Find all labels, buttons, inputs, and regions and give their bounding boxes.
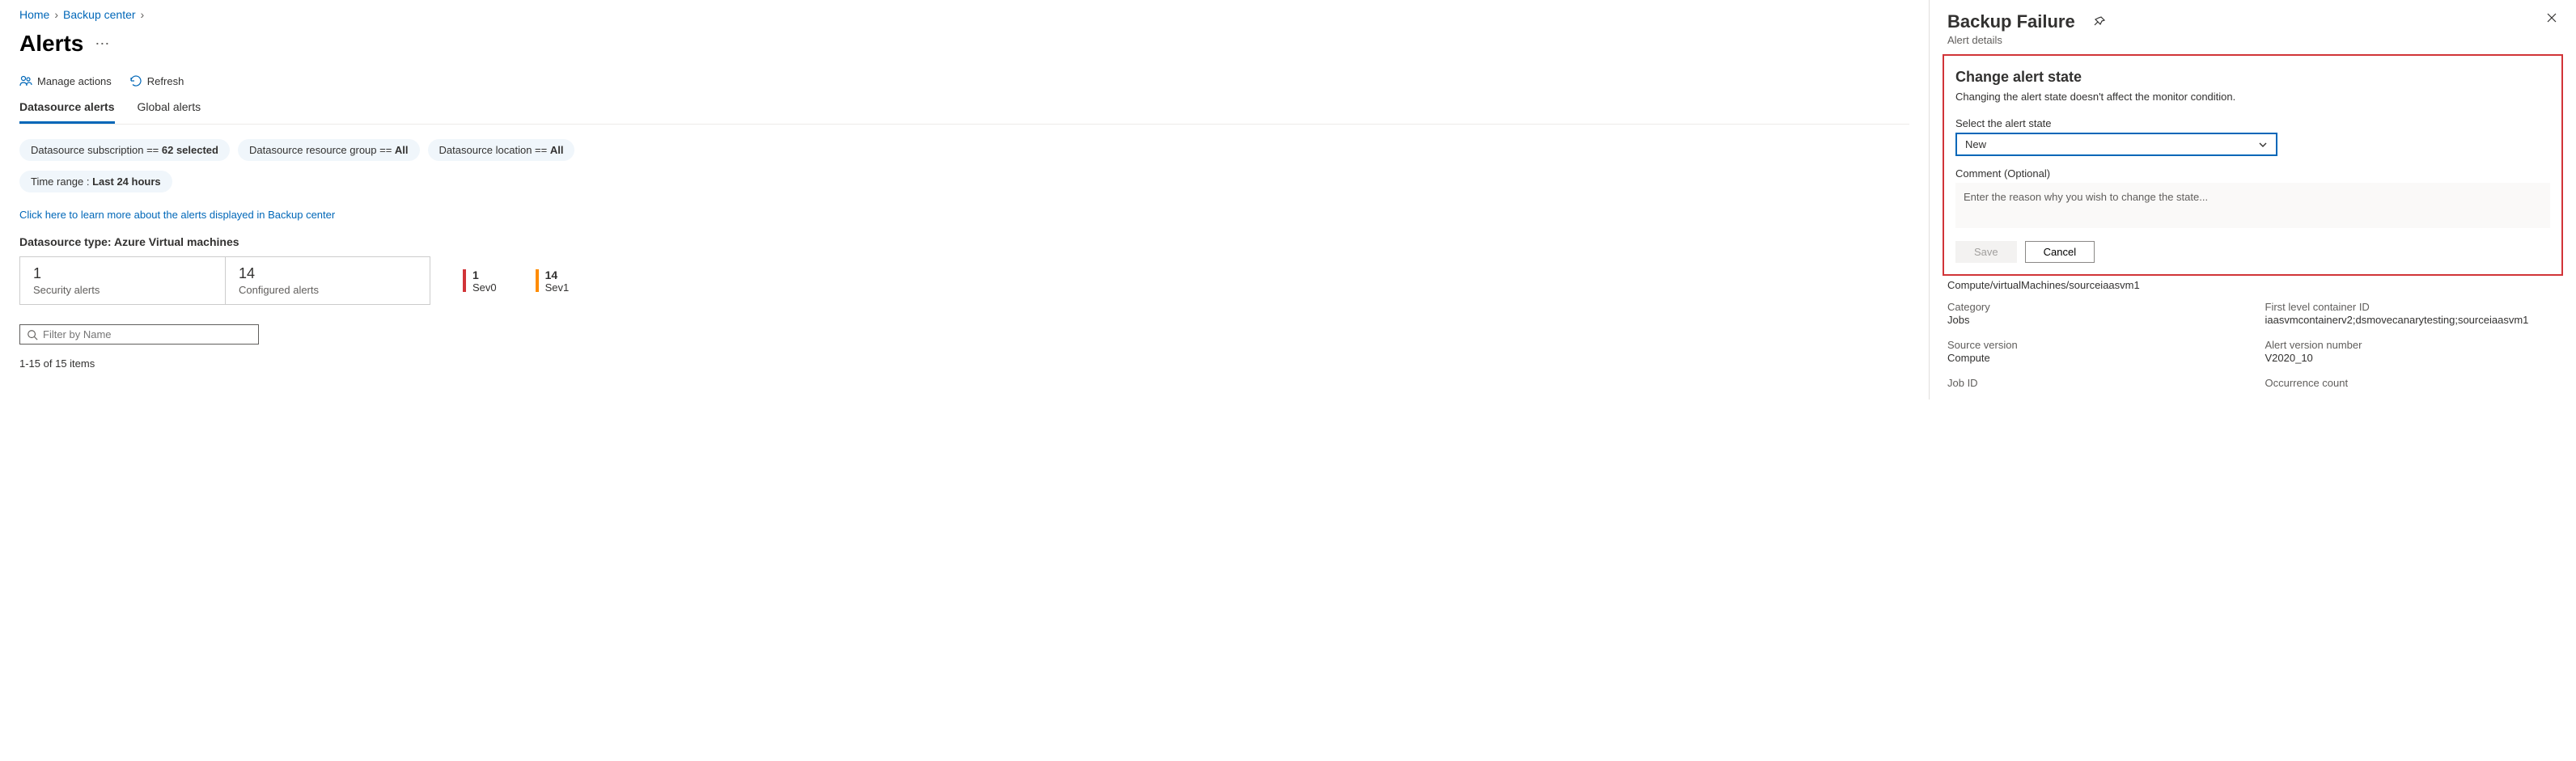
- resource-path: Compute/virtualMachines/sourceiaasvm1: [1930, 279, 2576, 291]
- change-state-title: Change alert state: [1955, 69, 2550, 86]
- configured-alerts-card[interactable]: 14 Configured alerts: [225, 256, 430, 305]
- comment-placeholder: Enter the reason why you wish to change …: [1964, 191, 2208, 203]
- refresh-icon: [129, 74, 142, 87]
- comment-label: Comment (Optional): [1955, 167, 2550, 180]
- change-state-description: Changing the alert state doesn't affect …: [1955, 91, 2550, 103]
- change-alert-state-section: Change alert state Changing the alert st…: [1943, 54, 2563, 276]
- security-alerts-count: 1: [33, 265, 212, 282]
- refresh-label: Refresh: [147, 75, 184, 87]
- sev1-bar-icon: [536, 269, 539, 292]
- comment-textarea[interactable]: Enter the reason why you wish to change …: [1955, 183, 2550, 228]
- configured-alerts-count: 14: [239, 265, 417, 282]
- filter-subscription[interactable]: Datasource subscription == 62 selected: [19, 139, 230, 161]
- security-alerts-label: Security alerts: [33, 284, 212, 296]
- filter-time-range[interactable]: Time range : Last 24 hours: [19, 171, 172, 192]
- detail-source-version: Source version Compute: [1947, 339, 2241, 364]
- page-title: Alerts: [19, 31, 83, 57]
- datasource-type-label: Datasource type: Azure Virtual machines: [19, 235, 1909, 248]
- detail-job-id: Job ID: [1947, 377, 2241, 390]
- close-icon[interactable]: [2545, 11, 2558, 24]
- sev1-count: 14: [545, 268, 570, 281]
- chevron-down-icon: [2258, 140, 2268, 150]
- filter-by-name-input[interactable]: [43, 328, 252, 340]
- filter-location[interactable]: Datasource location == All: [428, 139, 575, 161]
- detail-first-level-container: First level container ID iaasvmcontainer…: [2265, 301, 2559, 326]
- breadcrumb-home[interactable]: Home: [19, 8, 49, 21]
- tab-datasource-alerts[interactable]: Datasource alerts: [19, 100, 115, 124]
- manage-actions-label: Manage actions: [37, 75, 112, 87]
- configured-alerts-label: Configured alerts: [239, 284, 417, 296]
- save-button[interactable]: Save: [1955, 241, 2017, 263]
- pin-icon[interactable]: [2093, 15, 2106, 28]
- manage-actions-button[interactable]: Manage actions: [19, 74, 112, 87]
- chevron-right-icon: ›: [141, 8, 145, 21]
- filter-resource-group[interactable]: Datasource resource group == All: [238, 139, 420, 161]
- tab-global-alerts[interactable]: Global alerts: [138, 100, 201, 124]
- alert-state-select[interactable]: New: [1955, 133, 2277, 156]
- detail-occurrence-count: Occurrence count: [2265, 377, 2559, 390]
- learn-more-link[interactable]: Click here to learn more about the alert…: [19, 209, 335, 221]
- filter-input-wrap[interactable]: [19, 324, 259, 345]
- search-icon: [27, 329, 38, 340]
- more-icon[interactable]: ⋯: [95, 36, 109, 53]
- people-icon: [19, 74, 32, 87]
- panel-title: Backup Failure: [1947, 11, 2075, 32]
- detail-category: Category Jobs: [1947, 301, 2241, 326]
- sev0-bar-icon: [463, 269, 466, 292]
- sev0-indicator[interactable]: 1 Sev0: [463, 268, 497, 294]
- detail-alert-version: Alert version number V2020_10: [2265, 339, 2559, 364]
- select-state-label: Select the alert state: [1955, 117, 2550, 129]
- sev0-count: 1: [472, 268, 497, 281]
- sev0-label: Sev0: [472, 281, 497, 294]
- sev1-indicator[interactable]: 14 Sev1: [536, 268, 570, 294]
- refresh-button[interactable]: Refresh: [129, 74, 184, 87]
- panel-subtitle: Alert details: [1947, 34, 2545, 46]
- alert-state-value: New: [1965, 138, 1986, 150]
- chevron-right-icon: ›: [54, 8, 58, 21]
- security-alerts-card[interactable]: 1 Security alerts: [19, 256, 225, 305]
- breadcrumb: Home › Backup center ›: [19, 0, 1909, 24]
- sev1-label: Sev1: [545, 281, 570, 294]
- cancel-button[interactable]: Cancel: [2025, 241, 2095, 263]
- items-count: 1-15 of 15 items: [19, 357, 1909, 370]
- breadcrumb-backup-center[interactable]: Backup center: [63, 8, 136, 21]
- tabs: Datasource alerts Global alerts: [19, 100, 1909, 125]
